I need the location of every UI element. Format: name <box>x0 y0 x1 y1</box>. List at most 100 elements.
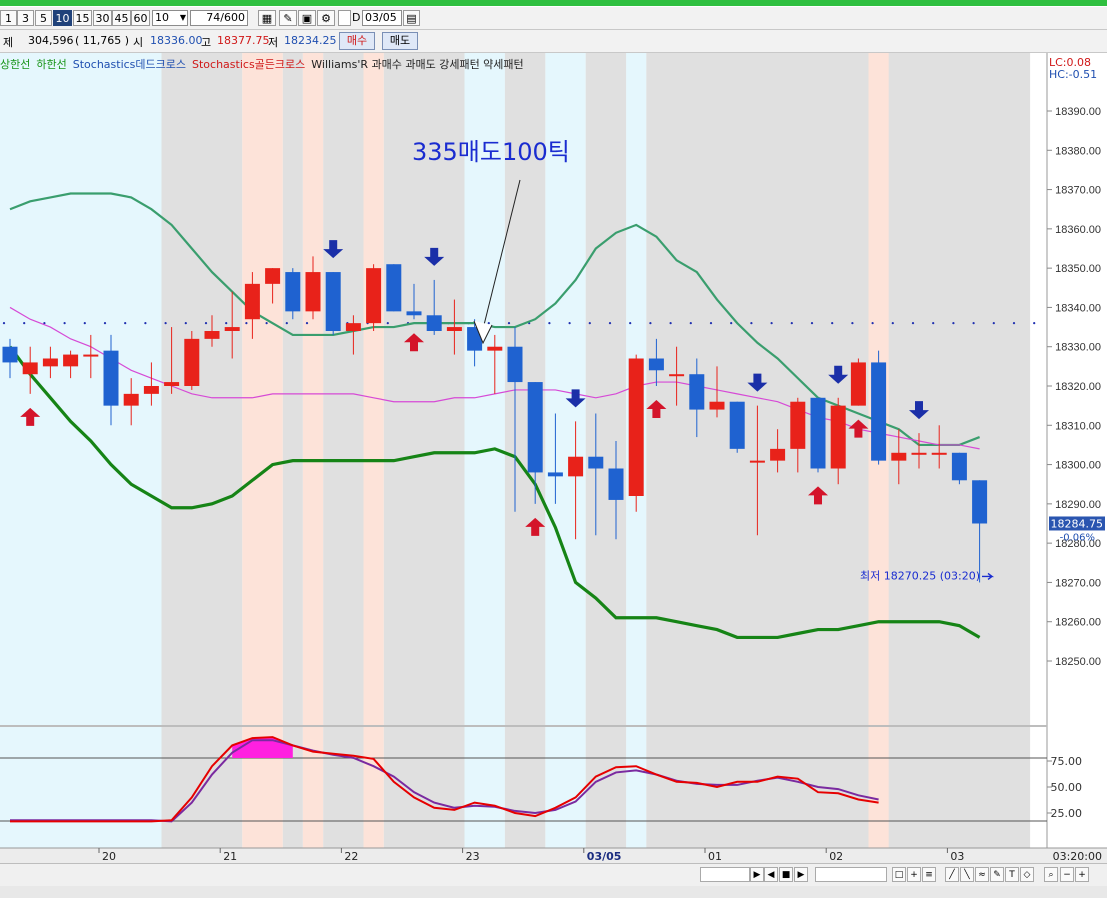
interval-5-button[interactable]: 5 <box>35 10 52 26</box>
dotted-level-dot <box>63 322 66 325</box>
neutral-zone <box>161 53 243 848</box>
crosshair-icon[interactable]: + <box>907 867 921 882</box>
y-tick-label: 18300.00 <box>1055 460 1101 472</box>
interval-10-button[interactable]: 10 <box>53 10 72 26</box>
interval-1-button[interactable]: 1 <box>0 10 17 26</box>
interval-select-value: 10 <box>155 11 169 24</box>
text-tool-icon[interactable]: T <box>1005 867 1019 882</box>
interval-60-button[interactable]: 60 <box>131 10 150 26</box>
indicator-icon[interactable]: ≡ <box>922 867 936 882</box>
legend-lower-band: 하한선 <box>36 58 67 71</box>
y-tick-label: 18390.00 <box>1055 106 1101 118</box>
window-top-border <box>0 0 1107 6</box>
bearish-zone <box>545 53 586 848</box>
interval-15-button[interactable]: 15 <box>73 10 92 26</box>
dotted-level-dot <box>164 322 167 325</box>
stoch-y-tick-label: 50.00 <box>1051 781 1083 794</box>
x-tick-label: 21 <box>223 850 237 863</box>
candle-body <box>446 327 462 331</box>
y-tick-label: 18320.00 <box>1055 381 1101 393</box>
x-tick-label: 03/05 <box>587 850 622 863</box>
bullish-zone <box>363 53 384 848</box>
bullish-zone <box>242 53 283 848</box>
rewind-icon[interactable]: ◀ <box>764 867 778 882</box>
candle-body <box>63 354 79 367</box>
dotted-level-dot <box>103 322 107 325</box>
d-checkbox[interactable] <box>338 10 351 26</box>
dotted-level-dot <box>851 322 854 325</box>
candle-body <box>830 405 846 469</box>
draw-tool-icon[interactable]: ✎ <box>279 10 297 26</box>
interval-3-button[interactable]: 3 <box>17 10 34 26</box>
interval-45-button[interactable]: 45 <box>112 10 131 26</box>
candle-body <box>406 311 422 316</box>
axis-hc-info: HC:-0.51 <box>1049 68 1097 81</box>
sell-button[interactable]: 매도 <box>382 32 418 50</box>
candle-body <box>224 327 240 331</box>
candle-body <box>244 283 260 320</box>
candle-body <box>568 456 584 477</box>
chevron-down-icon[interactable]: ▼ <box>180 11 186 25</box>
scroll-track[interactable] <box>700 867 750 882</box>
bearish-zone <box>0 53 162 848</box>
shape-tool-icon[interactable]: ◇ <box>1020 867 1034 882</box>
open-value: 18336.00 <box>150 34 203 47</box>
quote-bar: 제 304,596 ( 11,765 ) 시 18336.00 고 18377.… <box>0 30 1107 53</box>
candle-body <box>204 331 220 339</box>
count-field[interactable]: 74/600 <box>190 10 248 26</box>
fib-tool-icon[interactable]: ≈ <box>975 867 989 882</box>
dotted-level-dot <box>225 322 228 325</box>
candle-body <box>123 393 139 406</box>
dotted-level-dot <box>507 322 511 325</box>
candle-body <box>972 480 988 524</box>
dotted-level-dot <box>588 322 591 325</box>
price-chart[interactable]: 18250.0018260.0018270.0018280.0018290.00… <box>0 53 1107 863</box>
dotted-level-dot <box>750 322 753 325</box>
y-tick-label: 18310.00 <box>1055 420 1101 432</box>
buy-button[interactable]: 매수 <box>339 32 375 50</box>
interval-30-button[interactable]: 30 <box>93 10 112 26</box>
dotted-level-dot <box>790 322 793 325</box>
play-icon[interactable]: ▶ <box>750 867 764 882</box>
line-tool-icon[interactable]: ╱ <box>945 867 959 882</box>
y-tick-label: 18340.00 <box>1055 302 1101 314</box>
candle-body <box>103 350 119 406</box>
zoom-in-icon[interactable]: + <box>1075 867 1089 882</box>
candle-body <box>325 272 341 331</box>
chart-legend: 상한선 하한선 Stochastics데드크로스 Stochastics골든크로스 Wi… <box>0 56 530 72</box>
stop-icon[interactable]: ■ <box>779 867 793 882</box>
dotted-level-dot <box>386 322 389 325</box>
pen-tool-icon[interactable]: ✎ <box>990 867 1004 882</box>
y-tick-label: 18250.00 <box>1055 656 1101 668</box>
forward-icon[interactable]: ▶ <box>794 867 808 882</box>
search-icon[interactable]: ⌕ <box>1044 867 1058 882</box>
zoom-slider[interactable] <box>815 867 887 882</box>
interval-select[interactable]: 10 ▼ <box>152 10 188 26</box>
price-tag-value: 18284.75 <box>1051 517 1104 530</box>
candle-body <box>42 358 58 367</box>
zoom-out-icon[interactable]: − <box>1060 867 1074 882</box>
candle-body <box>810 397 826 469</box>
dotted-level-dot <box>608 322 612 325</box>
dotted-level-dot <box>548 322 551 325</box>
save-icon[interactable]: ▣ <box>298 10 316 26</box>
candle-body <box>345 323 361 331</box>
y-tick-label: 18260.00 <box>1055 617 1101 629</box>
y-axis-panel <box>1047 53 1107 848</box>
grid-icon[interactable]: ▦ <box>258 10 276 26</box>
candle-body <box>588 456 604 469</box>
gear-icon[interactable]: ⚙ <box>317 10 335 26</box>
date-field[interactable]: 03/05 <box>362 10 402 26</box>
dotted-level-dot <box>911 322 915 325</box>
neutral-zone <box>323 53 364 848</box>
dotted-level-dot <box>952 322 955 325</box>
status-strip <box>0 886 1107 898</box>
calendar-icon[interactable]: ▤ <box>403 10 420 26</box>
dotted-level-dot <box>629 322 632 325</box>
dotted-level-dot <box>709 322 713 325</box>
layout-icon[interactable]: □ <box>892 867 906 882</box>
trend-tool-icon[interactable]: ╲ <box>960 867 974 882</box>
candle-body <box>143 386 159 394</box>
high-label: 고 <box>201 36 212 49</box>
high-value: 18377.75 <box>217 34 270 47</box>
